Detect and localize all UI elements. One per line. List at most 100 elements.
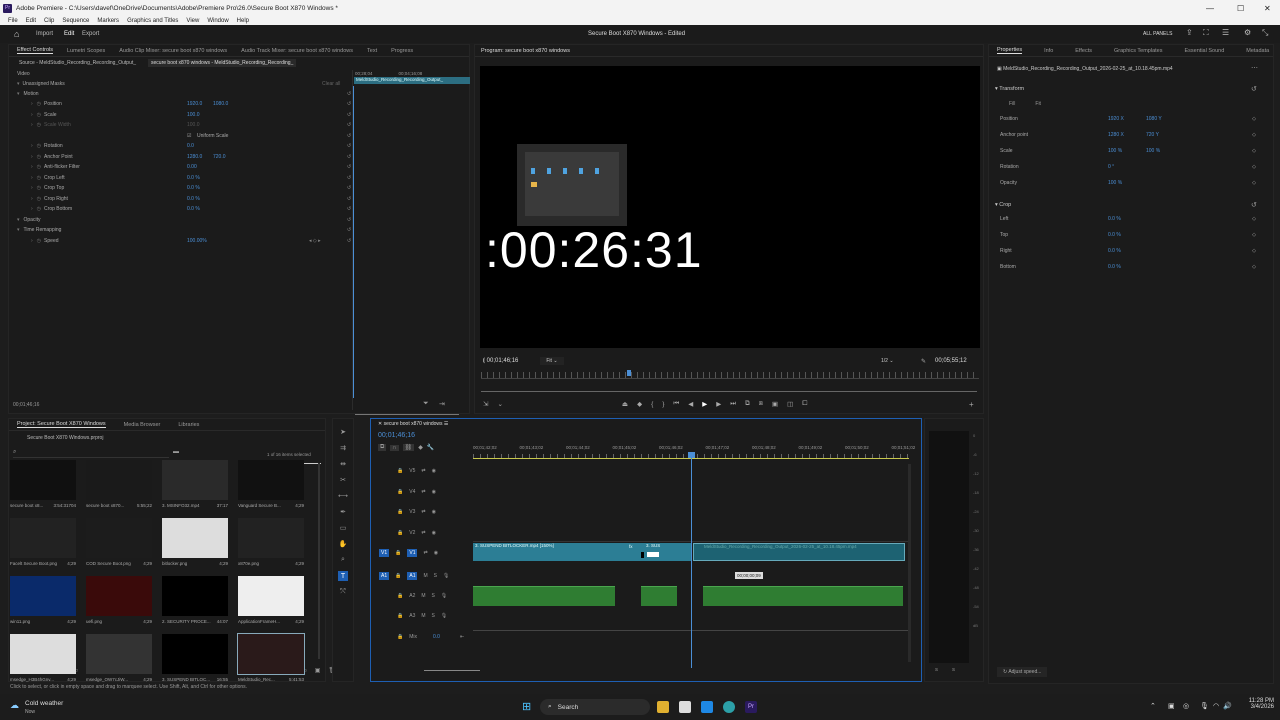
tab-metadata[interactable]: Metadata bbox=[1246, 48, 1269, 54]
keyframe-icon[interactable]: ◇ bbox=[1252, 216, 1256, 222]
zoom-tool-icon[interactable]: ⌕ bbox=[338, 555, 348, 565]
property-value[interactable]: 100 % bbox=[1108, 148, 1122, 154]
tray-app-icon[interactable]: ▣ bbox=[1168, 702, 1175, 710]
export-frame-button[interactable]: ▣ bbox=[772, 400, 778, 408]
tab-essential-sound[interactable]: Essential Sound bbox=[1185, 48, 1225, 54]
project-item[interactable]: 3. MSINFO32.mp4 37:17 bbox=[162, 460, 228, 508]
stopwatch-icon[interactable]: ◷ bbox=[37, 196, 41, 202]
reset-icon[interactable]: ↺ bbox=[347, 143, 351, 149]
lock-icon[interactable]: 🔒 bbox=[397, 530, 403, 536]
tab-effect-controls[interactable]: Effect Controls bbox=[17, 47, 53, 54]
reset-icon[interactable]: ↺ bbox=[347, 122, 351, 128]
sync-lock-icon[interactable]: ⇄ bbox=[421, 530, 425, 536]
project-item[interactable]: Vanguard Secure B... 4;29 bbox=[238, 460, 304, 508]
keyframe-icon[interactable]: ◇ bbox=[1252, 180, 1256, 186]
track-header[interactable]: 🔒 A3 M S 🎙 bbox=[375, 607, 473, 625]
lock-icon[interactable]: 🔒 bbox=[397, 593, 403, 599]
rectangle-tool-icon[interactable]: ▭ bbox=[338, 523, 348, 533]
project-item[interactable]: secure boot x870... 5:55;22 bbox=[86, 460, 152, 508]
razor-tool-icon[interactable]: ✂ bbox=[338, 475, 348, 485]
reset-icon[interactable]: ↺ bbox=[347, 112, 351, 118]
track-header[interactable]: 🔒 V5 ⇄ ◉ bbox=[375, 462, 473, 480]
expand-arrow-icon[interactable]: › bbox=[31, 175, 33, 181]
nest-icon[interactable]: ⧉ bbox=[378, 444, 387, 451]
clear-all-button[interactable]: Clear all bbox=[322, 81, 340, 87]
tab-media-browser[interactable]: Media Browser bbox=[124, 422, 161, 428]
project-item[interactable]: ApplicationFrameH... 4;29 bbox=[238, 576, 304, 624]
expand-arrow-icon[interactable]: ▾ bbox=[17, 217, 20, 223]
project-item[interactable]: secure boot x8... 3:54:31704 bbox=[10, 460, 76, 508]
tab-progress[interactable]: Progress bbox=[391, 48, 413, 54]
type-tool-icon[interactable]: T bbox=[338, 571, 348, 581]
property-value-2[interactable]: 100 % bbox=[1146, 148, 1160, 154]
tab-properties[interactable]: Properties bbox=[997, 47, 1023, 54]
volume-icon[interactable]: 🔊 bbox=[1223, 702, 1232, 710]
export-frame-icon[interactable]: ⇥ bbox=[439, 400, 445, 408]
meter-solo-right[interactable]: S bbox=[952, 667, 955, 672]
reset-icon[interactable]: ↺ bbox=[347, 196, 351, 202]
tab-info[interactable]: Info bbox=[1044, 48, 1053, 54]
menu-edit[interactable]: Edit bbox=[26, 18, 36, 24]
menu-sequence[interactable]: Sequence bbox=[62, 18, 89, 24]
eye-icon[interactable]: ◉ bbox=[432, 530, 436, 536]
effect-row[interactable]: ▾ Time Remapping ↺ bbox=[17, 225, 469, 236]
tab-audio-clip-mixer[interactable]: Audio Clip Mixer: secure boot x870 windo… bbox=[119, 48, 227, 54]
program-playhead[interactable] bbox=[627, 370, 631, 376]
expand-arrow-icon[interactable]: › bbox=[31, 238, 33, 244]
timeline-timecode[interactable]: 00;01;46;16 bbox=[378, 432, 415, 439]
effect-row[interactable]: › ◷ Scale 100.0 ↺ bbox=[17, 110, 469, 121]
menu-view[interactable]: View bbox=[186, 18, 199, 24]
reset-icon[interactable]: ↺ bbox=[347, 91, 351, 97]
project-item[interactable]: MeldStudio_Rec... 5:41:53 bbox=[237, 633, 305, 682]
add-marker-timeline-icon[interactable]: ◆ bbox=[418, 444, 423, 451]
reset-icon[interactable]: ↺ bbox=[347, 206, 351, 212]
expand-arrow-icon[interactable]: › bbox=[31, 101, 33, 107]
tab-libraries[interactable]: Libraries bbox=[178, 422, 199, 428]
new-bin-icon[interactable]: ▬ bbox=[173, 449, 179, 455]
expand-arrow-icon[interactable]: ▾ bbox=[17, 91, 20, 97]
proxy-icon[interactable]: ⧠ bbox=[802, 400, 807, 408]
keyframe-icon[interactable]: ◇ bbox=[1252, 264, 1256, 270]
effect-value-2[interactable]: 720.0 bbox=[213, 154, 226, 160]
fullscreen-icon[interactable]: ⛶ bbox=[1203, 28, 1209, 38]
expand-arrow-icon[interactable]: › bbox=[31, 122, 33, 128]
snap-icon[interactable]: ∩ bbox=[390, 444, 399, 451]
solo-icon[interactable]: S bbox=[432, 593, 435, 599]
more-icon[interactable]: ⋯ bbox=[1251, 64, 1258, 72]
close-button[interactable]: ✕ bbox=[1264, 4, 1271, 13]
stopwatch-icon[interactable]: ◷ bbox=[37, 122, 41, 128]
insert-icon[interactable]: ⧉ bbox=[745, 400, 750, 408]
clip-sus[interactable]: 3. SUS bbox=[644, 543, 691, 561]
program-scrollbar[interactable] bbox=[481, 389, 977, 393]
reset-icon[interactable]: ↺ bbox=[347, 238, 351, 244]
property-value[interactable]: 100 % bbox=[1108, 180, 1122, 186]
file-explorer-icon[interactable] bbox=[657, 701, 669, 713]
all-panels-button[interactable]: ALL PANELS bbox=[1143, 31, 1172, 37]
effect-value[interactable]: 100.0 bbox=[187, 122, 200, 128]
stopwatch-icon[interactable]: ◷ bbox=[37, 164, 41, 170]
keyframe-icon[interactable]: ◇ bbox=[1252, 248, 1256, 254]
reset-icon[interactable]: ↺ bbox=[347, 217, 351, 223]
effect-value[interactable]: 0.0 % bbox=[187, 196, 200, 202]
effect-row[interactable]: › ◷ Crop Left 0.0 % ↺ bbox=[17, 173, 469, 184]
project-item[interactable]: msedge_H3B4hGnv... 4;29 bbox=[10, 634, 76, 682]
sequence-tab[interactable]: ✕ secure boot x870 windows ☰ bbox=[378, 421, 448, 427]
menu-clip[interactable]: Clip bbox=[44, 18, 54, 24]
reset-icon[interactable]: ↺ bbox=[347, 175, 351, 181]
track-header[interactable]: 🔒 V2 ⇄ ◉ bbox=[375, 524, 473, 542]
premiere-taskbar-icon[interactable]: Pr bbox=[745, 701, 757, 713]
eye-icon[interactable]: ◉ bbox=[434, 550, 438, 556]
clip-suspend-bitlocker[interactable]: 3. SUSPEND BITLOCKER.mp4 [150%] fx bbox=[473, 543, 655, 561]
program-ruler[interactable] bbox=[481, 370, 979, 379]
audio-clip-2[interactable] bbox=[641, 586, 677, 606]
wrench-icon[interactable]: ✎ bbox=[921, 358, 926, 365]
source-patch[interactable]: V1 bbox=[379, 549, 390, 557]
filter-icon[interactable]: ⏷ bbox=[423, 400, 429, 408]
clip-label[interactable]: secure boot x870 windows - MeldStudio_Re… bbox=[148, 59, 297, 67]
play-button[interactable]: ▶ bbox=[702, 400, 707, 408]
fill-fit-toggle[interactable]: Fill Fit bbox=[1009, 101, 1041, 107]
track-header[interactable]: 🔒 V4 ⇄ ◉ bbox=[375, 483, 473, 501]
vscode-icon[interactable] bbox=[701, 701, 713, 713]
project-item[interactable]: COD Secure Boot.png 4;29 bbox=[86, 518, 152, 566]
mute-icon[interactable]: M bbox=[421, 593, 425, 599]
